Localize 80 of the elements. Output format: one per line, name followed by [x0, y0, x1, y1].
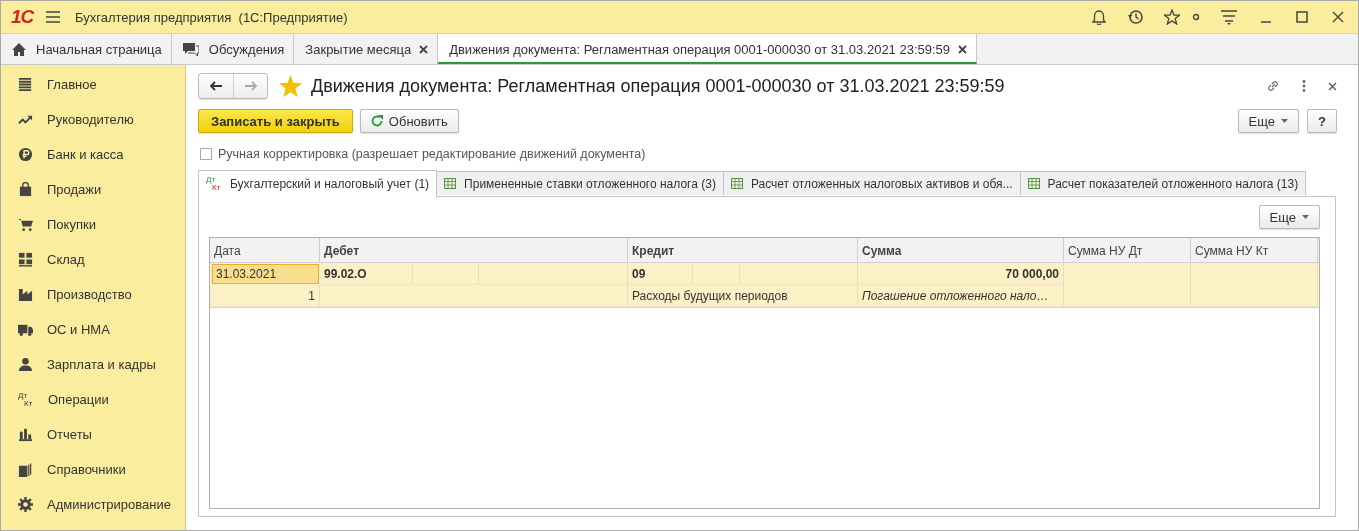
- table-row[interactable]: 31.03.2021 99.02.О 09 70 000,00 1 Расходы будущих периодов Погашение отложенного нало…: [210, 263, 1319, 308]
- table-cell: Расходы будущих периодов: [628, 285, 858, 307]
- table-cell: Погашение отложенного нало…: [858, 285, 1064, 307]
- save-close-button[interactable]: Записать и закрыть: [198, 109, 353, 133]
- app-logo: 1С: [11, 6, 36, 28]
- books-icon: [18, 462, 33, 477]
- ruble-icon: [18, 147, 33, 162]
- sidebar-item[interactable]: ОС и НМА: [1, 312, 185, 347]
- window-tab[interactable]: Движения документа: Регламентная операция 0001-000030 от 31.03.2021 23:59:59: [438, 34, 978, 64]
- truck-icon: [18, 322, 33, 337]
- form-title: Движения документа: Регламентная операция 0001-000030 от 31.03.2021 23:59:59: [311, 75, 1006, 97]
- factory-icon: [18, 287, 33, 302]
- sidebar-item[interactable]: Продажи: [1, 172, 185, 207]
- sidebar-item[interactable]: Главное: [1, 67, 185, 102]
- form-tab[interactable]: Дт Кт Бухгалтерский и налоговый учет (1): [198, 170, 438, 197]
- chat-icon: [182, 41, 199, 57]
- gear-icon: [18, 497, 33, 512]
- bar-chart-icon: [18, 427, 33, 442]
- table-cell: 70 000,00: [858, 263, 1064, 285]
- person-icon: [18, 357, 33, 372]
- table-icon: [730, 178, 743, 189]
- close-icon[interactable]: [958, 44, 968, 54]
- table-cell: 09: [628, 263, 693, 285]
- favorites-icon[interactable]: [1164, 9, 1180, 25]
- more-button[interactable]: Еще: [1258, 205, 1320, 229]
- sidebar-item[interactable]: Банк и касса: [1, 137, 185, 172]
- table-cell: 1: [210, 285, 320, 307]
- refresh-icon: [370, 115, 383, 127]
- sidebar-item[interactable]: Справочники: [1, 452, 185, 487]
- window-tab[interactable]: Начальная страница: [1, 34, 172, 64]
- favorite-star-icon[interactable]: [279, 75, 302, 97]
- forward-arrow-icon: [244, 81, 257, 91]
- column-header[interactable]: Сумма НУ Дт: [1064, 238, 1191, 262]
- home-icon: [12, 42, 26, 56]
- debit-credit-icon: Дт Кт: [206, 176, 222, 192]
- sidebar-item[interactable]: Зарплата и кадры: [1, 347, 185, 382]
- column-header[interactable]: Дебет: [320, 238, 628, 262]
- maximize-icon[interactable]: [1294, 9, 1310, 25]
- column-header[interactable]: Сумма НУ Кт: [1191, 238, 1318, 262]
- column-header[interactable]: Сумма: [858, 238, 1064, 262]
- debit-credit-icon: Дт Кт: [18, 391, 34, 408]
- refresh-button[interactable]: Обновить: [359, 109, 459, 133]
- table-icon: [444, 178, 457, 189]
- sidebar-item[interactable]: Производство: [1, 277, 185, 312]
- grid-icon: [18, 252, 33, 267]
- table-cell: 31.03.2021: [212, 264, 319, 284]
- filter-menu-icon[interactable]: [1220, 8, 1238, 26]
- sidebar-item[interactable]: Дт Кт Операции: [1, 382, 185, 417]
- cart-icon: [18, 217, 33, 232]
- notifications-icon[interactable]: [1091, 9, 1107, 25]
- link-icon[interactable]: [1266, 79, 1280, 93]
- back-arrow-icon: [210, 81, 222, 91]
- sidebar-item[interactable]: Склад: [1, 242, 185, 277]
- form-tab[interactable]: Примененные ставки отложенного налога (3): [436, 171, 724, 195]
- menu-icon[interactable]: [45, 10, 61, 24]
- window-tab[interactable]: Обсуждения: [171, 34, 295, 64]
- caret-icon: [1281, 119, 1289, 123]
- window-title: Бухгалтерия предприятия (1С:Предприятие): [75, 9, 349, 25]
- history-icon[interactable]: [1127, 9, 1144, 25]
- list-icon: [18, 77, 33, 92]
- table-cell: 99.02.О: [320, 263, 413, 285]
- caret-icon: [1302, 215, 1309, 219]
- close-icon[interactable]: [1330, 9, 1346, 25]
- status-dot-icon[interactable]: [1192, 13, 1200, 21]
- manual-edit-checkbox[interactable]: Ручная корректировка (разрешает редактирование движений документа): [200, 147, 1337, 161]
- close-icon[interactable]: [419, 44, 429, 54]
- column-header[interactable]: Дата: [210, 238, 320, 262]
- form-tab[interactable]: Расчет отложенных налоговых активов и обя...: [722, 171, 1021, 195]
- more-button[interactable]: Еще: [1237, 109, 1300, 133]
- bag-icon: [18, 182, 33, 197]
- table-icon: [1027, 178, 1040, 189]
- more-icon[interactable]: [1302, 80, 1306, 92]
- sidebar-item[interactable]: Покупки: [1, 207, 185, 242]
- sidebar-item[interactable]: Администрирование: [1, 487, 185, 522]
- sidebar-item[interactable]: Отчеты: [1, 417, 185, 452]
- column-header[interactable]: Кредит: [628, 238, 858, 262]
- help-button[interactable]: ?: [1307, 109, 1337, 133]
- close-icon[interactable]: [1328, 81, 1337, 91]
- sidebar-item[interactable]: Руководителю: [1, 102, 185, 137]
- form-tab[interactable]: Расчет показателей отложенного налога (13): [1019, 171, 1307, 195]
